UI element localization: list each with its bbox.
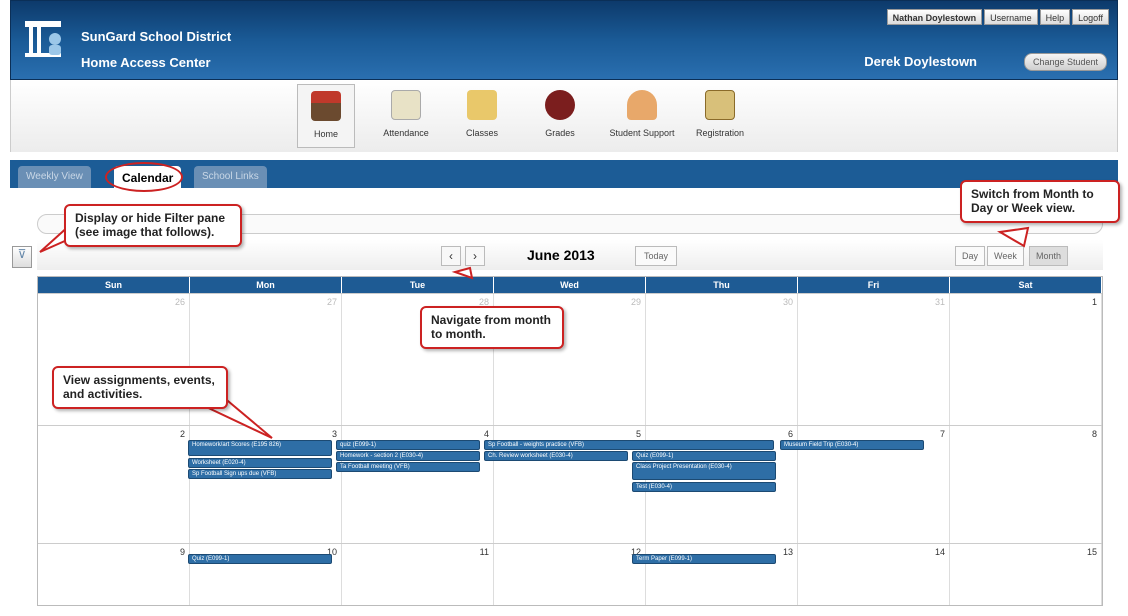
change-student-button[interactable]: Change Student [1023,53,1107,71]
prev-month-button[interactable]: ‹ [441,246,461,266]
day-number: 11 [479,547,489,557]
day-number: 29 [630,297,641,307]
day-header: Sun [38,277,190,293]
day-header: Mon [190,277,342,293]
callout-filter: Display or hide Filter pane (see image t… [64,204,242,247]
attendance-icon [391,90,421,120]
main-nav: Home Attendance Classes Grades Student S… [10,80,1118,152]
school-logo-icon [25,21,61,57]
day-header: Thu [646,277,798,293]
day-header: Sat [950,277,1102,293]
nav-student-support[interactable]: Student Support [605,84,679,148]
day-number: 15 [1086,547,1097,557]
student-support-icon [627,90,657,120]
day-number: 26 [174,297,185,307]
calendar-event[interactable]: Quiz (E099-1) [188,554,332,564]
calendar-event[interactable]: Sp Football - weights practice (VFB) [484,440,774,450]
nav-grades[interactable]: Grades [531,84,589,148]
calendar-event[interactable]: Quiz (E099-1) [632,451,776,461]
nav-label: Registration [695,128,745,138]
calendar-event[interactable]: Test (E030-4) [632,482,776,492]
day-header: Tue [342,277,494,293]
day-number: 27 [326,297,337,307]
week-view-button[interactable]: Week [987,246,1024,266]
home-icon [311,91,341,121]
filter-icon: ⊽ [17,247,27,261]
day-number: 30 [782,297,793,307]
nav-label: Classes [465,128,498,138]
calendar-tab-highlight [105,162,183,192]
nav-label: Attendance [383,128,429,138]
nav-attendance[interactable]: Attendance [375,84,437,148]
username-link[interactable]: Username [984,9,1038,25]
calendar-event[interactable]: Homework/art Scores (E195 826) [188,440,332,456]
day-header: Fri [798,277,950,293]
help-link[interactable]: Help [1039,9,1071,25]
nav-label: Student Support [609,128,675,138]
next-month-button[interactable]: › [465,246,485,266]
calendar-week: 9 10 11 12 13 14 15 Quiz (E099-1) Term P… [38,543,1102,605]
calendar-day[interactable]: 14 [798,544,950,605]
calendar-day[interactable]: 12 [494,544,646,605]
calendar-day[interactable]: 9 [38,544,190,605]
logoff-link[interactable]: Logoff [1072,9,1109,25]
student-name: Derek Doylestown [864,54,977,69]
calendar-event[interactable]: quiz (E099-1) [336,440,480,450]
day-number: 5 [635,429,641,439]
registration-icon [705,90,735,120]
calendar-event[interactable]: Class Project Presentation (E030-4) [632,462,776,480]
calendar-event[interactable]: Ta Football meeting (VFB) [336,462,480,472]
nav-home[interactable]: Home [297,84,355,148]
calendar-week: 2 3 4 5 6 7 8 Homework/art Scores (E195 … [38,425,1102,543]
calendar-event[interactable]: Museum Field Trip (E030-4) [780,440,924,450]
nav-label: Home [313,129,338,139]
nav-label: Grades [545,128,575,138]
calendar-day[interactable]: 2 [38,426,190,543]
user-name-link[interactable]: Nathan Doylestown [886,9,983,25]
month-calendar: Sun Mon Tue Wed Thu Fri Sat 26 27 28 29 … [37,276,1103,606]
calendar-day[interactable]: 30 [646,294,798,425]
calendar-event[interactable]: Term Paper (E099-1) [632,554,776,564]
day-number: 2 [179,429,185,439]
district-name: SunGard School District [81,29,232,44]
day-number: 3 [331,429,337,439]
day-number: 1 [1091,297,1097,307]
day-view-button[interactable]: Day [955,246,986,266]
calendar-event[interactable]: Ch. Review worksheet (E030-4) [484,451,628,461]
calendar-day[interactable]: 11 [342,544,494,605]
calendar-event[interactable]: Homework - section 2 (E030-4) [336,451,480,461]
calendar-day[interactable]: 31 [798,294,950,425]
day-number: 13 [782,547,793,557]
calendar-day[interactable]: 15 [950,544,1102,605]
callout-assignments: View assignments, events, and activities… [52,366,228,409]
app-name: Home Access Center [81,55,211,70]
grades-icon [545,90,575,120]
day-number: 8 [1091,429,1097,439]
calendar-day[interactable]: 1 [950,294,1102,425]
day-number: 6 [787,429,793,439]
tab-weekly-view[interactable]: Weekly View [18,166,91,188]
calendar-day[interactable]: 8 [950,426,1102,543]
day-number: 4 [483,429,489,439]
day-number: 14 [934,547,945,557]
top-links: Nathan Doylestown Username Help Logoff [886,9,1109,25]
filter-toggle-button[interactable]: ⊽ [12,246,32,268]
today-button[interactable]: Today [635,246,678,266]
nav-registration[interactable]: Registration [687,84,753,148]
day-number: 7 [939,429,945,439]
classes-icon [467,90,497,120]
tab-school-links[interactable]: School Links [194,166,267,188]
month-view-button[interactable]: Month [1029,246,1069,266]
day-number: 31 [934,297,945,307]
calendar-event[interactable]: Worksheet (E020-4) [188,458,332,468]
callout-navigate: Navigate from month to month. [420,306,564,349]
callout-view-switch: Switch from Month to Day or Week view. [960,180,1120,223]
day-header: Wed [494,277,646,293]
month-title: June 2013 [527,247,595,263]
header-banner: SunGard School District Home Access Cent… [10,0,1118,80]
calendar-event[interactable]: Sp Football Sign ups due (VFB) [188,469,332,479]
day-headers: Sun Mon Tue Wed Thu Fri Sat [38,277,1102,293]
day-number: 9 [179,547,185,557]
nav-classes[interactable]: Classes [453,84,511,148]
